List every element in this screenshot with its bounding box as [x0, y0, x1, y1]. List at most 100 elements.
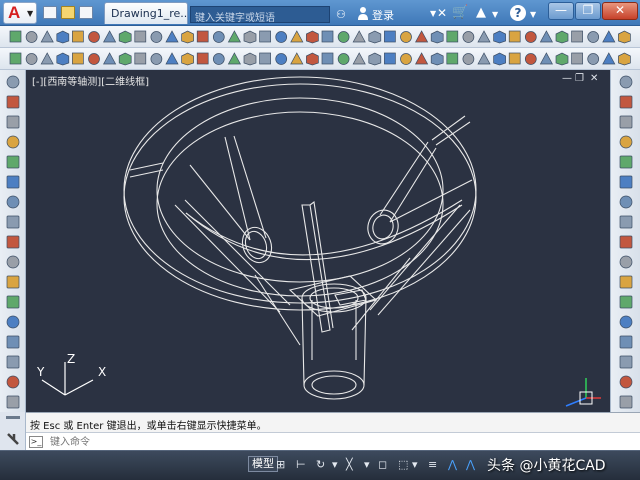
- chevron-down-icon[interactable]: ▼: [492, 10, 498, 19]
- exchange-icon[interactable]: ✕: [437, 6, 447, 20]
- palette-tool-icon: [619, 335, 633, 349]
- osnap-icon[interactable]: ◻: [378, 458, 387, 471]
- palette-tool-icon: [6, 375, 20, 389]
- wrench-icon[interactable]: [0, 412, 26, 450]
- toolbar-tool-icon: [493, 52, 506, 66]
- polar-icon[interactable]: ↻: [316, 458, 325, 471]
- toolbar-tool-icon: [118, 52, 132, 66]
- toolbar-tool-icon: [321, 30, 334, 43]
- toolbar-tool-icon: [415, 30, 429, 43]
- drawing-area[interactable]: [-][西南等轴测][二维线框] — ❐ ✕ Z X Y: [26, 70, 610, 412]
- cart-icon[interactable]: 🛒: [452, 5, 468, 20]
- model-space-button[interactable]: 模型: [248, 456, 278, 472]
- modify-tool-icons[interactable]: [611, 70, 640, 412]
- toolbar-tool-icon: [150, 53, 163, 65]
- toolbar-modeling: [0, 48, 640, 70]
- chevron-down-icon[interactable]: ▼: [430, 9, 436, 18]
- help-icon[interactable]: ?: [510, 5, 526, 21]
- toolbar-tool-icon: [477, 30, 491, 43]
- user-icon[interactable]: [357, 6, 369, 20]
- ucs-icon: [41, 362, 94, 396]
- sign-in-label[interactable]: 登录: [372, 7, 394, 23]
- close-button[interactable]: ✕: [602, 2, 638, 20]
- toolbar-tool-icon: [88, 31, 100, 43]
- palette-tool-icon: [619, 275, 633, 289]
- toolbar-tool-icon: [462, 31, 475, 43]
- toolbar-tool-icon: [275, 53, 288, 65]
- palette-tool-icon: [6, 255, 20, 269]
- toolbar-tool-icon: [524, 53, 537, 65]
- toolbar-tool-icon: [25, 53, 38, 65]
- annotation-visibility-icon[interactable]: ⋀: [466, 458, 475, 471]
- toolbar-tool-icon: [337, 53, 350, 65]
- isodraft-icon[interactable]: ╳: [346, 458, 353, 471]
- command-prompt-icon[interactable]: >_: [29, 436, 43, 448]
- toolbar-tool-icon: [321, 52, 334, 65]
- toolbar-tool-icon: [306, 30, 319, 44]
- toolbar-tool-icon: [243, 52, 257, 66]
- toolbar-tool-icon: [134, 52, 147, 65]
- save-icon[interactable]: [79, 6, 93, 19]
- command-toolbar: [0, 412, 26, 450]
- a360-icon[interactable]: ▲: [476, 5, 486, 20]
- grid-icon[interactable]: ⊞: [276, 458, 285, 471]
- toolbar-tool-icon: [587, 31, 600, 43]
- palette-tool-icon: [6, 395, 20, 409]
- palette-tool-icon: [6, 315, 20, 329]
- open-folder-icon[interactable]: [61, 6, 75, 19]
- toolbar-tool-icon: [25, 31, 38, 43]
- status-bar: 模型 ⊞ ⊢ ↻ ▾ ╳ ▾ ◻ ⬚ ▾ ≡ ⋀ ⋀ 头条 @小黄花CAD: [0, 450, 640, 480]
- chevron-down-icon[interactable]: ▾: [332, 458, 338, 471]
- palette-tool-icon: [6, 215, 20, 229]
- chevron-down-icon[interactable]: ▾: [412, 458, 418, 471]
- binoculars-icon[interactable]: ⚇: [336, 8, 346, 21]
- palette-tool-icon: [619, 135, 633, 149]
- draw-toolbar: [0, 70, 26, 412]
- toolbar-2-icons[interactable]: [0, 48, 640, 70]
- snap-icon[interactable]: ⊢: [296, 458, 306, 471]
- toolbar-tool-icon: [384, 52, 396, 65]
- modify-toolbar: [610, 70, 640, 412]
- palette-tool-icon: [619, 75, 633, 89]
- palette-tool-icon: [6, 95, 20, 109]
- ucs-y-label: Y: [37, 365, 45, 379]
- minimize-button[interactable]: —: [548, 2, 574, 20]
- 3d-osnap-icon[interactable]: ⬚: [398, 458, 408, 471]
- document-tab[interactable]: Drawing1_re...: [104, 2, 188, 24]
- toolbar-tool-icon: [165, 52, 179, 65]
- toolbar-tool-icon: [118, 30, 132, 44]
- palette-tool-icon: [6, 355, 20, 369]
- toolbar-tool-icon: [243, 30, 257, 44]
- toolbar-tool-icon: [446, 30, 459, 43]
- toolbar-tool-icon: [88, 53, 100, 65]
- toolbar-tool-icon: [9, 30, 22, 43]
- restore-button[interactable]: ❐: [575, 2, 601, 20]
- toolbar-1-icons[interactable]: [0, 26, 640, 48]
- toolbar-tool-icon: [602, 30, 616, 43]
- toolbar-tool-icon: [40, 52, 54, 65]
- draw-tool-icons[interactable]: [0, 70, 26, 412]
- toolbar-tool-icon: [259, 30, 271, 43]
- toolbar-tool-icon: [72, 30, 84, 43]
- toolbar-tool-icon: [384, 30, 396, 43]
- command-input[interactable]: [50, 435, 550, 449]
- chevron-down-icon: ▼: [27, 9, 34, 18]
- autocad-logo-icon: A: [8, 3, 21, 22]
- toolbar-tool-icon: [227, 52, 241, 65]
- pipe-bottom: [303, 370, 365, 400]
- toolbar-tool-icon: [555, 52, 569, 66]
- lineweight-icon[interactable]: ≡: [428, 458, 437, 471]
- toolbar-tool-icon: [462, 53, 475, 65]
- application-menu-button[interactable]: A ▼: [3, 2, 37, 24]
- palette-tool-icon: [619, 255, 633, 269]
- new-file-icon[interactable]: [43, 6, 57, 19]
- chevron-down-icon[interactable]: ▼: [530, 10, 536, 19]
- toolbar-tool-icon: [493, 30, 506, 44]
- palette-tool-icon: [6, 115, 20, 129]
- chevron-down-icon[interactable]: ▾: [364, 458, 370, 471]
- toolbar-tool-icon: [290, 30, 304, 43]
- search-input[interactable]: 键入关键字或短语: [190, 6, 330, 24]
- annotation-scale-icon[interactable]: ⋀: [448, 458, 457, 471]
- toolbar-tool-icon: [555, 30, 569, 44]
- center-bar: [301, 204, 331, 333]
